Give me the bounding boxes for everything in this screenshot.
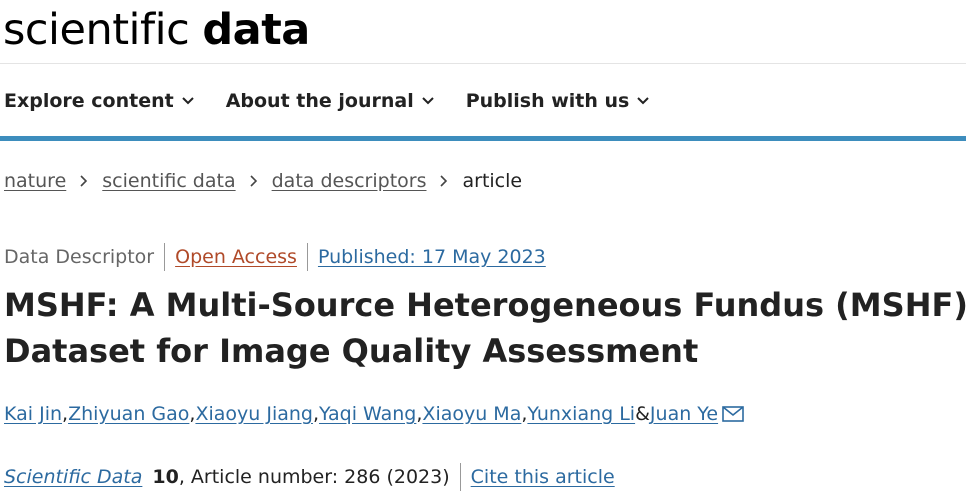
article-type: Data Descriptor <box>4 246 155 268</box>
mail-icon[interactable] <box>722 406 744 422</box>
main-nav: Explore content About the journal Publis… <box>4 84 681 118</box>
meta-divider <box>306 243 308 271</box>
breadcrumb-scientific-data[interactable]: scientific data <box>102 170 235 192</box>
meta-divider <box>164 243 166 271</box>
author-link[interactable]: Xiaoyu Ma <box>422 403 521 425</box>
breadcrumb: nature scientific data data descriptors … <box>4 170 522 192</box>
logo-light-text: scientific <box>3 5 203 55</box>
accent-bar <box>0 136 966 141</box>
article-number: , Article number: 286 (2023) <box>178 466 450 488</box>
author-link[interactable]: Yunxiang Li <box>527 403 635 425</box>
chevron-right-icon <box>250 175 258 187</box>
nav-explore-content[interactable]: Explore content <box>4 84 194 118</box>
chevron-right-icon <box>80 175 88 187</box>
breadcrumb-current: article <box>462 170 523 192</box>
chevron-down-icon <box>422 97 434 105</box>
citation-divider <box>459 463 461 491</box>
citation-line: Scientific Data 10 , Article number: 286… <box>4 463 615 491</box>
published-date-link[interactable]: Published: 17 May 2023 <box>318 246 546 268</box>
nav-label: Explore content <box>4 90 174 112</box>
breadcrumb-nature[interactable]: nature <box>4 170 66 192</box>
nav-label: About the journal <box>225 90 414 112</box>
chevron-down-icon <box>637 97 650 105</box>
header-divider <box>0 63 966 64</box>
site-logo[interactable]: scientific data <box>3 2 310 58</box>
cite-this-article-link[interactable]: Cite this article <box>471 466 615 488</box>
title-line-2: Dataset for Image Quality Assessment <box>4 332 699 370</box>
logo-bold-text: data <box>202 5 310 55</box>
author-link[interactable]: Xiaoyu Jiang <box>195 403 313 425</box>
author-link[interactable]: Kai Jin <box>4 403 62 425</box>
nav-publish-with-us[interactable]: Publish with us <box>466 84 650 118</box>
article-meta: Data Descriptor Open Access Published: 1… <box>4 243 546 271</box>
article-title: MSHF: A Multi-Source Heterogeneous Fundu… <box>4 282 966 374</box>
author-link[interactable]: Juan Ye <box>650 403 718 425</box>
journal-link[interactable]: Scientific Data <box>4 466 142 488</box>
nav-about-journal[interactable]: About the journal <box>226 84 434 118</box>
breadcrumb-data-descriptors[interactable]: data descriptors <box>272 170 427 192</box>
chevron-right-icon <box>440 175 448 187</box>
author-link[interactable]: Yaqi Wang <box>319 403 416 425</box>
author-list: Kai Jin, Zhiyuan Gao, Xiaoyu Jiang, Yaqi… <box>4 403 744 425</box>
open-access-link[interactable]: Open Access <box>175 246 297 268</box>
volume-number: 10 <box>152 466 179 488</box>
chevron-down-icon <box>181 97 194 105</box>
author-link[interactable]: Zhiyuan Gao <box>68 403 189 425</box>
author-separator: & <box>635 403 650 425</box>
title-line-1: MSHF: A Multi-Source Heterogeneous Fundu… <box>4 286 966 324</box>
nav-label: Publish with us <box>465 90 630 112</box>
